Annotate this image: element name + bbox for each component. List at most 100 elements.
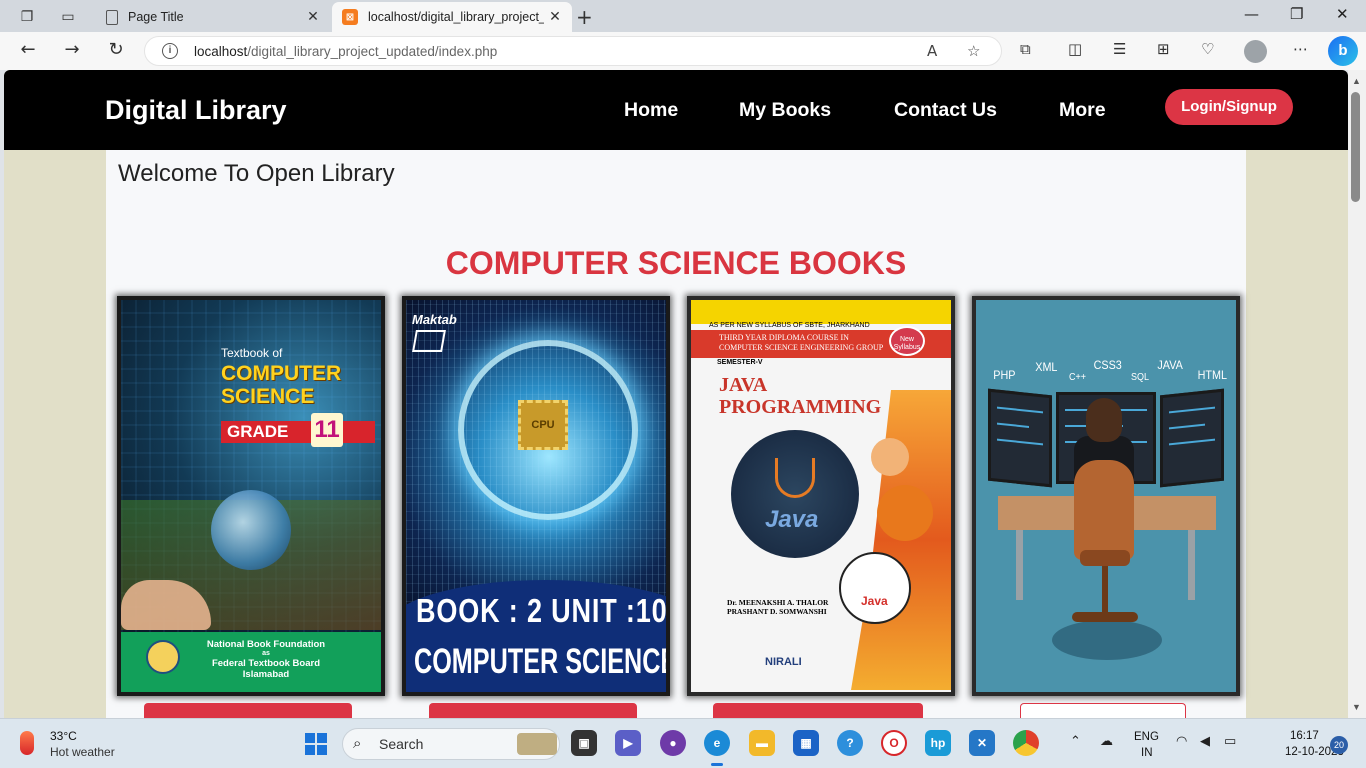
restore-button[interactable]: ❐	[1290, 5, 1303, 23]
tab-actions-icon[interactable]: ▭	[57, 6, 79, 28]
page-viewport: Digital Library Home My Books Contact Us…	[4, 70, 1348, 718]
opera-icon[interactable]: O	[881, 730, 907, 756]
welcome-heading: Welcome To Open Library	[118, 160, 395, 187]
scroll-thumb[interactable]	[1351, 92, 1360, 202]
browser-window: ❐ ▭ Page Title ✕ ⊠ localhost/digital_lib…	[0, 0, 1366, 768]
tab-title: Page Title	[128, 10, 184, 24]
book-cover-2[interactable]: CPU Maktab BOOK : 2 UNIT :10 COMPUTER SC…	[406, 300, 666, 692]
weather-desc[interactable]: Hot weather	[50, 745, 115, 759]
bing-copilot-icon[interactable]: b	[1328, 36, 1358, 66]
book-cover-1[interactable]: Textbook of COMPUTER SCIENCE GRADE 11 Na…	[121, 300, 381, 692]
edge-icon[interactable]: e	[704, 730, 730, 756]
chair-seat-art	[1080, 550, 1130, 566]
close-window-button[interactable]: ✕	[1336, 5, 1349, 23]
author-line: Dr. MEENAKSHI A. THALOR	[727, 598, 829, 607]
windows-start-icon[interactable]	[305, 733, 327, 755]
more-menu-icon[interactable]: ⋯	[1293, 40, 1308, 58]
extensions-icon[interactable]: ⧉	[1020, 40, 1031, 58]
decor-circle	[871, 438, 909, 476]
scroll-down-icon[interactable]: ▼	[1352, 702, 1361, 712]
code-line	[997, 438, 1043, 446]
scroll-up-icon[interactable]: ▲	[1352, 76, 1361, 86]
minimize-button[interactable]: —	[1244, 5, 1259, 23]
thermometer-icon[interactable]	[20, 731, 34, 755]
book-card-2[interactable]: CPU Maktab BOOK : 2 UNIT :10 COMPUTER SC…	[402, 296, 670, 696]
wifi-icon[interactable]: ◠	[1176, 734, 1187, 749]
input-language[interactable]: ENG	[1134, 731, 1159, 743]
teams-icon[interactable]: ▶	[615, 730, 641, 756]
book-3-button[interactable]	[713, 703, 923, 718]
chair-art	[1074, 460, 1134, 560]
help-icon[interactable]: ?	[837, 730, 863, 756]
store-icon[interactable]: ▦	[793, 730, 819, 756]
book-cover-4[interactable]: PHP XML C++ CSS3 SQL JAVA HTML	[976, 300, 1236, 692]
file-explorer-icon[interactable]: ▬	[749, 730, 775, 756]
back-button[interactable]: ←	[15, 39, 41, 63]
vscode-icon[interactable]: ✕	[969, 730, 995, 756]
browser-essentials-icon[interactable]: ♡	[1201, 40, 1214, 58]
myhp-icon[interactable]: hp	[925, 730, 951, 756]
lang-label: JAVA	[1157, 358, 1183, 372]
site-brand[interactable]: Digital Library	[105, 95, 287, 126]
java-circle-art: Java	[731, 430, 859, 558]
lang-label: HTML	[1197, 368, 1228, 382]
chrome-icon[interactable]	[1013, 730, 1039, 756]
book-2-button[interactable]	[429, 703, 637, 718]
site-info-icon[interactable]: i	[162, 43, 178, 59]
lang-label: SQL	[1131, 372, 1150, 383]
page-scrollbar[interactable]: ▲ ▼	[1348, 70, 1366, 718]
task-view-icon[interactable]: ▣	[571, 730, 597, 756]
taskbar-search[interactable]: ⌕ Search	[342, 728, 560, 760]
url-text[interactable]: localhost/digital_library_project_update…	[194, 44, 497, 59]
battery-icon[interactable]: ▭	[1224, 734, 1236, 749]
nav-more[interactable]: More	[1059, 99, 1106, 122]
cover-authors: Dr. MEENAKSHI A. THALOR PRASHANT D. SOMWA…	[727, 598, 828, 616]
weather-temp[interactable]: 33°C	[50, 729, 77, 743]
volume-icon[interactable]: ◀	[1200, 734, 1210, 749]
close-tab-icon[interactable]: ✕	[544, 9, 566, 25]
cover-title: COMPUTER SCIENCE	[414, 642, 666, 681]
nav-home[interactable]: Home	[624, 99, 678, 122]
nav-my-books[interactable]: My Books	[739, 99, 831, 122]
read-aloud-icon[interactable]: A	[927, 42, 937, 60]
collections-icon[interactable]: ⊞	[1157, 40, 1170, 58]
tab-title: localhost/digital_library_project_u	[368, 10, 544, 24]
forward-button[interactable]: →	[59, 39, 85, 63]
show-hidden-icons[interactable]: ⌃	[1070, 734, 1081, 749]
book-4-button[interactable]	[1020, 703, 1186, 718]
title-line: JAVA	[719, 374, 768, 396]
book-card-3[interactable]: AS PER NEW SYLLABUS OF SBTE, JHARKHAND T…	[687, 296, 955, 696]
favorite-star-icon[interactable]: ☆	[967, 42, 980, 60]
publisher-text: Islamabad	[242, 669, 290, 680]
cloud-icon[interactable]: ☁	[1100, 734, 1113, 749]
book-card-4[interactable]: PHP XML C++ CSS3 SQL JAVA HTML	[972, 296, 1240, 696]
favorites-icon[interactable]: ☰	[1113, 40, 1126, 58]
book-cover-3[interactable]: AS PER NEW SYLLABUS OF SBTE, JHARKHAND T…	[691, 300, 951, 692]
url-bar[interactable]: i localhost/digital_library_project_upda…	[144, 36, 1002, 66]
tab-page-title[interactable]: Page Title ✕	[96, 2, 330, 32]
cover-title: JAVA PROGRAMMING	[719, 374, 881, 418]
search-icon: ⌕	[353, 734, 362, 752]
taskbar: 33°C Hot weather ⌕ Search ▣ ▶ ● e ▬ ▦ ? …	[0, 718, 1366, 768]
refresh-button[interactable]: ↻	[103, 39, 129, 63]
notification-badge[interactable]: 20	[1330, 736, 1348, 754]
main-content: Welcome To Open Library COMPUTER SCIENCE…	[106, 150, 1246, 718]
cover-top-band	[691, 300, 951, 324]
clock-time[interactable]: 16:17	[1290, 730, 1319, 742]
profile-avatar[interactable]	[1244, 40, 1267, 63]
split-screen-icon[interactable]: ◫	[1068, 40, 1082, 58]
publisher-logo: NIRALI	[765, 656, 802, 668]
desk-leg	[1188, 530, 1195, 600]
workspaces-icon[interactable]: ❐	[16, 6, 38, 28]
new-tab-button[interactable]: +	[576, 5, 593, 29]
book-card-1[interactable]: Textbook of COMPUTER SCIENCE GRADE 11 Na…	[117, 296, 385, 696]
close-tab-icon[interactable]: ✕	[302, 9, 324, 25]
site-navbar: Digital Library Home My Books Contact Us…	[4, 70, 1348, 150]
book-1-button[interactable]	[144, 703, 352, 718]
code-line	[1169, 406, 1215, 414]
tab-localhost[interactable]: ⊠ localhost/digital_library_project_u ✕	[332, 2, 572, 32]
nav-contact-us[interactable]: Contact Us	[894, 99, 997, 122]
login-signup-button[interactable]: Login/Signup	[1165, 89, 1293, 125]
input-region[interactable]: IN	[1141, 747, 1153, 759]
github-icon[interactable]: ●	[660, 730, 686, 756]
